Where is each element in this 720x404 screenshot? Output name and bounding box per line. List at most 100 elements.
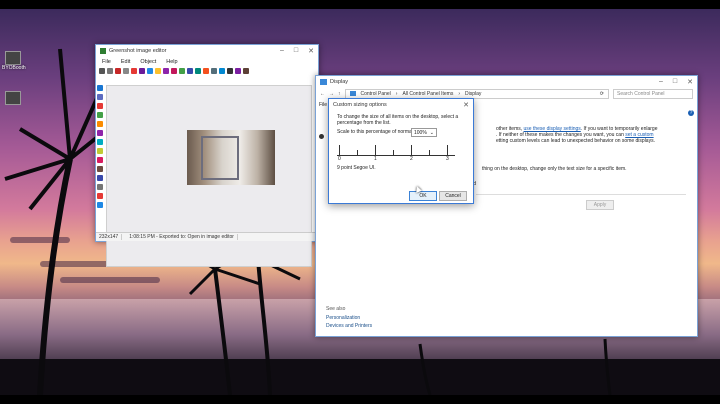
rectangle-tool-icon[interactable] [97,94,103,100]
obfuscate-tool-icon[interactable] [97,175,103,181]
duplicate-tool-icon[interactable] [97,202,103,208]
freehand-tool-icon[interactable] [97,130,103,136]
select-tool-icon[interactable] [97,85,103,91]
app-icon [5,51,21,65]
text-tool-icon[interactable] [97,139,103,145]
rotate-icon[interactable] [195,68,201,74]
devices-printers-link[interactable]: Devices and Printers [326,323,372,329]
divider [476,194,686,195]
minimize-button[interactable]: – [280,47,284,55]
breadcrumb-all-items[interactable]: All Control Panel Items [402,91,453,97]
ruler[interactable] [337,137,455,156]
ruler-number: 3 [446,156,449,162]
menu-edit[interactable]: Edit [121,59,130,65]
highlight-icon[interactable] [171,68,177,74]
arrow-tool-icon[interactable] [97,121,103,127]
image-size: 232x147 [96,234,123,240]
menu-file[interactable]: File [102,59,111,65]
greenshot-icon [100,48,106,54]
print-icon[interactable] [123,68,129,74]
effects-icon[interactable] [203,68,209,74]
back-icon[interactable]: ← [320,91,325,97]
counter-tool-icon[interactable] [97,157,103,163]
scale-select[interactable]: 100% ⌄ [411,128,437,137]
question-icon[interactable]: ? [688,110,694,116]
personalization-link[interactable]: Personalization [326,315,360,321]
breadcrumb-control-panel[interactable]: Control Panel [361,91,391,97]
text-size-description: thing on the desktop, change only the te… [482,166,627,172]
close-button[interactable]: ✕ [463,101,469,109]
email-icon[interactable] [139,68,145,74]
control-panel-icon [349,91,356,96]
crop-tool-icon[interactable] [97,184,103,190]
image-editor-window: Greenshot image editor – □ ✕ File Edit O… [95,44,319,267]
ruler-tick [339,145,340,155]
crop-icon[interactable] [187,68,193,74]
close-doc-icon[interactable] [115,68,121,74]
copy-icon[interactable] [107,68,113,74]
title-bar: Greenshot image editor – □ ✕ [96,45,318,57]
up-icon[interactable]: ↑ [338,91,341,97]
status-message: 1:08:15 PM - Exported to: Open in image … [126,234,238,240]
search-input[interactable]: Search Control Panel [613,88,693,99]
record-icon[interactable] [131,68,137,74]
ruler-tick [393,150,394,155]
menu-object[interactable]: Object [140,59,156,65]
dialog-instruction: To change the size of all items on the d… [337,114,459,126]
see-also-title: See also [326,306,346,312]
dialog-title: Custom sizing options [333,101,387,108]
refresh-icon[interactable]: ⟳ [600,91,604,97]
screenshot-image[interactable] [187,130,275,185]
shield-icon [319,134,324,139]
line-tool-icon[interactable] [97,112,103,118]
desktop-icon-label: BYOBooth [2,65,26,71]
ruler-number: 2 [410,156,413,162]
speechbubble-tool-icon[interactable] [97,148,103,154]
delete-tool-icon[interactable] [97,193,103,199]
undo-icon[interactable] [243,68,249,74]
desktop-icon-camera[interactable] [2,91,24,105]
display-description: other items, use these display settings.… [496,126,658,144]
display-icon [320,79,327,85]
toolbar [96,66,318,76]
ruler-number: 1 [374,156,377,162]
title-bar: Display – □ ✕ [316,76,697,88]
status-bar: 232x147 1:08:15 PM - Exported to: Open i… [96,232,318,241]
menu-help[interactable]: Help [166,59,177,65]
close-button[interactable]: ✕ [687,78,693,86]
font-icon[interactable] [227,68,233,74]
ruler-tick [429,150,430,155]
close-button[interactable]: ✕ [308,47,314,55]
obfuscate-icon[interactable] [179,68,185,74]
border-icon[interactable] [219,68,225,74]
highlight-tool-icon[interactable] [97,166,103,172]
ruler-tick [411,145,412,155]
arrow-icon[interactable] [235,68,241,74]
forward-icon[interactable]: → [329,91,334,97]
window-title: Display [330,79,349,85]
ruler-tick [447,145,448,155]
ruler-tick [375,145,376,155]
breadcrumb-display[interactable]: Display [465,91,481,97]
maximize-button[interactable]: □ [673,78,677,86]
save-icon[interactable] [99,68,105,74]
text-icon[interactable] [211,68,217,74]
cancel-button[interactable]: Cancel [439,191,467,201]
ellipse-tool-icon[interactable] [97,103,103,109]
minimize-button[interactable]: – [659,78,663,86]
custom-sizing-dialog: Custom sizing options ✕ To change the si… [328,98,474,204]
color-icon[interactable] [163,68,169,74]
sample-text: 9 point Segoe UI. [337,165,376,171]
maximize-button[interactable]: □ [294,47,298,55]
drawing-tools [97,85,104,208]
upload-icon[interactable] [147,68,153,74]
settings-icon[interactable] [155,68,161,74]
ruler-number: 0 [338,156,341,162]
ruler-tick [357,150,358,155]
apply-button[interactable]: Apply [586,200,614,210]
ok-button[interactable]: OK [409,191,437,201]
menu-file[interactable]: File [319,102,327,108]
desktop-icon-byobooth[interactable]: BYOBooth [2,51,26,71]
dialog-title-bar: Custom sizing options ✕ [329,99,473,110]
address-bar[interactable]: Control Panel › All Control Panel Items … [344,88,609,99]
